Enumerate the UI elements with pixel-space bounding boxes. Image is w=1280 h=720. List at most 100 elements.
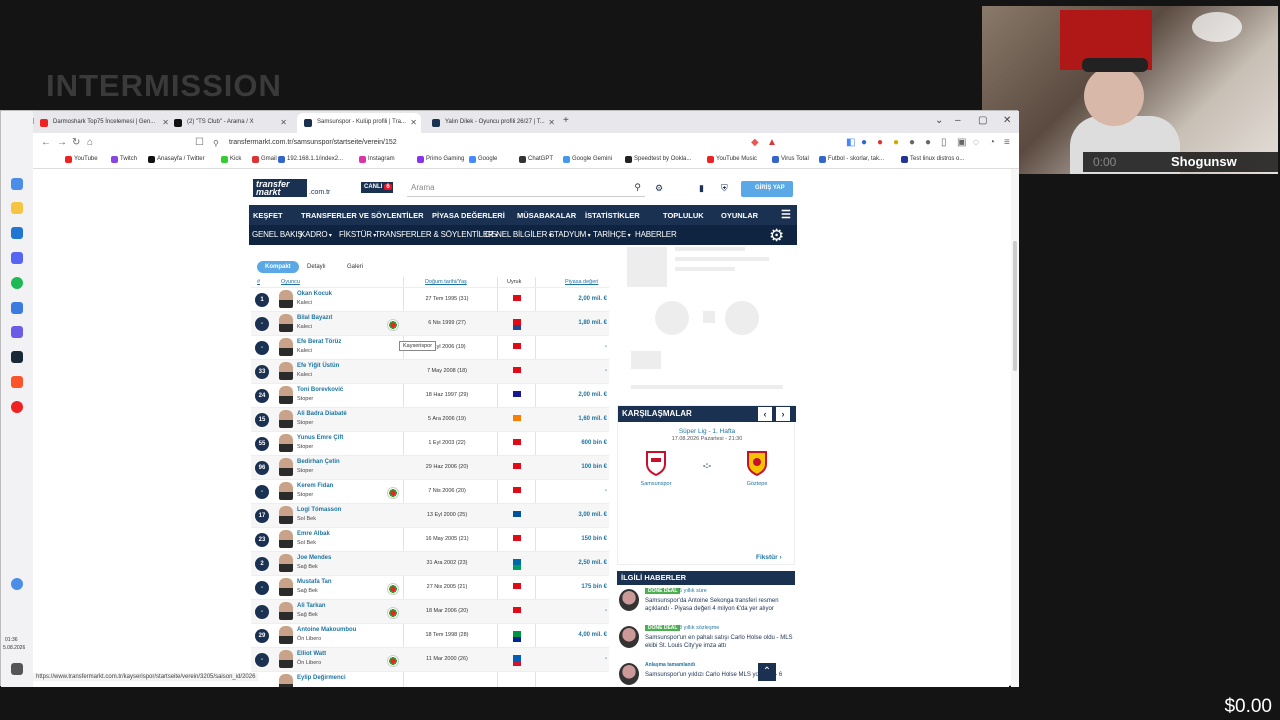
news-thumbnail[interactable] — [619, 626, 639, 648]
rewards-icon[interactable]: ▲ — [767, 137, 777, 148]
table-row[interactable]: 96 Bedirhan Çetin Stoper 29 Haz 2006 (20) 10… — [251, 455, 609, 479]
home-icon[interactable]: ⌂ — [87, 137, 93, 148]
back-icon[interactable]: ← — [41, 137, 51, 148]
maximize-button[interactable]: ▢ — [978, 115, 987, 126]
view-tab[interactable]: Galeri — [339, 261, 371, 273]
scrollbar-thumb[interactable] — [1013, 241, 1017, 371]
subnav-item[interactable]: GENEL BİLGİLER ▾ — [485, 230, 552, 239]
reload-icon[interactable]: ↻ — [72, 137, 80, 148]
bookmark-item[interactable]: YouTube — [65, 156, 98, 163]
player-photo[interactable] — [279, 650, 293, 668]
market-value[interactable]: - — [551, 368, 607, 374]
player-photo[interactable] — [279, 674, 293, 687]
bookmark-item[interactable]: Kick — [221, 156, 241, 163]
player-name-link[interactable]: Ali Badra Diabaté — [297, 411, 347, 417]
shield-icon[interactable]: ⛨ — [721, 183, 728, 194]
market-value[interactable]: 600 bin € — [551, 440, 607, 446]
menu-icon[interactable]: ≡ — [1004, 137, 1010, 148]
player-name-link[interactable]: Joe Mendes — [297, 555, 331, 561]
sidebar-toggle-icon[interactable]: ▯ — [941, 137, 947, 148]
browser-tab[interactable]: Darmoshark Top75 İncelemesi | Gen... ✕ — [33, 113, 173, 133]
bookmark-item[interactable]: Speedtest by Ookla... — [625, 156, 691, 163]
news-thumbnail[interactable] — [619, 589, 639, 611]
news-item[interactable]: DONE DEAL 3 yıllık sözleşme Samsunspor'un … — [617, 624, 795, 660]
player-name-link[interactable]: Elliot Watt — [297, 651, 326, 657]
extension-e-icon[interactable]: ● — [925, 137, 931, 148]
folder-icon[interactable] — [11, 202, 23, 214]
close-tab-icon[interactable]: ✕ — [280, 118, 287, 127]
search-input[interactable]: Arama ⚲ — [407, 179, 645, 197]
player-name-link[interactable]: Emre Albak — [297, 531, 330, 537]
table-row[interactable]: - Mustafa Tan Sağ Bek 27 Nis 2005 (21) 175 b… — [251, 575, 609, 599]
extension-a-icon[interactable]: ● — [861, 137, 867, 148]
extension-c-icon[interactable]: ● — [893, 137, 899, 148]
player-name-link[interactable]: Efe Yiğit Üstün — [297, 363, 339, 369]
player-name-link[interactable]: Bilal Bayazıt — [297, 315, 332, 321]
vpn-icon[interactable]: ◌ — [973, 137, 979, 148]
app-icon-7[interactable] — [11, 326, 23, 338]
player-photo[interactable] — [279, 386, 293, 404]
bookmark-item[interactable]: Virus Total — [772, 156, 809, 163]
col-number[interactable]: # — [257, 279, 260, 285]
gear-icon[interactable]: ⚙ — [769, 226, 784, 246]
market-value[interactable]: - — [551, 344, 607, 350]
market-value[interactable]: - — [551, 656, 607, 662]
close-tab-icon[interactable]: ✕ — [410, 118, 417, 127]
table-row[interactable]: 29 Antoine Makoumbou Ön Libero 18 Tem 1998 … — [251, 623, 609, 647]
bookmark-item[interactable]: ChatGPT — [519, 156, 553, 163]
profile-icon[interactable]: ◔ — [989, 137, 995, 148]
brave-icon[interactable] — [11, 376, 23, 388]
market-value[interactable]: 100 bin € — [551, 464, 607, 470]
table-row[interactable]: 1 Okan Kocuk Kaleci 27 Tem 1995 (31) 2,00 mi… — [251, 287, 609, 311]
close-tab-icon[interactable]: ✕ — [548, 118, 555, 127]
home-team[interactable]: Samsunspor — [626, 481, 686, 487]
site-info-icon[interactable]: ⚲ — [213, 139, 219, 148]
market-value[interactable]: 4,00 mil. € — [551, 632, 607, 638]
player-photo[interactable] — [279, 290, 293, 308]
browser-tab[interactable]: (2) "TS Club" - Arama / X ✕ — [167, 113, 291, 133]
player-photo[interactable] — [279, 578, 293, 596]
tm-logo[interactable]: transfer markt — [253, 179, 307, 197]
table-row[interactable]: 24 Toni Borevković Stoper 18 Haz 1997 (29) 2… — [251, 383, 609, 407]
table-row[interactable]: - Bilal Bayazıt Kaleci 6 Nis 1999 (27) 1,80 … — [251, 311, 609, 335]
table-row[interactable]: - Elliot Watt Ön Libero 11 Mar 2000 (26) - — [251, 647, 609, 671]
nav-item[interactable]: TRANSFERLER VE SÖYLENTİLER — [301, 211, 424, 220]
table-row[interactable]: - Kerem Fidan Stoper 7 Nis 2006 (20) - — [251, 479, 609, 503]
player-photo[interactable] — [279, 434, 293, 452]
subnav-item[interactable]: KADRO ▾ — [300, 230, 332, 239]
bookmark-item[interactable]: YouTube Music — [707, 156, 757, 163]
player-name-link[interactable]: Logi Tómasson — [297, 507, 341, 513]
bookmark-item[interactable]: Primo Gaming — [417, 156, 464, 163]
bookmark-page-icon[interactable]: ☐ — [195, 137, 204, 148]
market-value[interactable]: 2,50 mil. € — [551, 560, 607, 566]
loan-club-crest-icon[interactable] — [387, 319, 399, 331]
player-name-link[interactable]: Ali Tarkan — [297, 603, 326, 609]
player-name-link[interactable]: Antoine Makoumbou — [297, 627, 356, 633]
subnav-item[interactable]: STADYUM ▾ — [549, 230, 591, 239]
market-value[interactable]: 1,60 mil. € — [551, 416, 607, 422]
bookmark-item[interactable]: Twitch — [111, 156, 137, 163]
prev-match-arrow[interactable]: ‹ — [758, 407, 772, 421]
player-name-link[interactable]: Kerem Fidan — [297, 483, 333, 489]
extension-d-icon[interactable]: ● — [909, 137, 915, 148]
subnav-item[interactable]: TARİHÇE ▾ — [593, 230, 631, 239]
market-value[interactable]: 175 bin € — [551, 584, 607, 590]
url-field[interactable]: transfermarkt.com.tr/samsunspor/startsei… — [229, 139, 397, 146]
player-photo[interactable] — [279, 410, 293, 428]
player-photo[interactable] — [279, 530, 293, 548]
subnav-item[interactable]: TRANSFERLER & SÖYLENTİLER ▾ — [375, 230, 498, 239]
login-button[interactable]: GİRİŞ YAP — [741, 181, 793, 197]
view-tab[interactable]: Detaylı — [299, 261, 334, 273]
samsunspor-crest[interactable] — [645, 450, 667, 476]
wallet-icon[interactable]: ▣ — [957, 137, 966, 148]
page-scrollbar[interactable] — [1011, 169, 1019, 687]
loan-club-crest-icon[interactable] — [387, 607, 399, 619]
nav-item[interactable]: TOPLULUK — [663, 211, 704, 220]
nav-item[interactable]: KEŞFET — [253, 211, 283, 220]
user-settings-icon[interactable]: ⚙ — [655, 183, 663, 194]
table-row[interactable]: 23 Emre Albak Sol Bek 16 May 2005 (21) 150 b… — [251, 527, 609, 551]
steam-icon[interactable] — [11, 351, 23, 363]
market-value[interactable]: 2,00 mil. € — [551, 392, 607, 398]
col-dob[interactable]: Doğum tarihi/Yaş — [425, 279, 467, 285]
app-icon-3[interactable] — [11, 227, 23, 239]
